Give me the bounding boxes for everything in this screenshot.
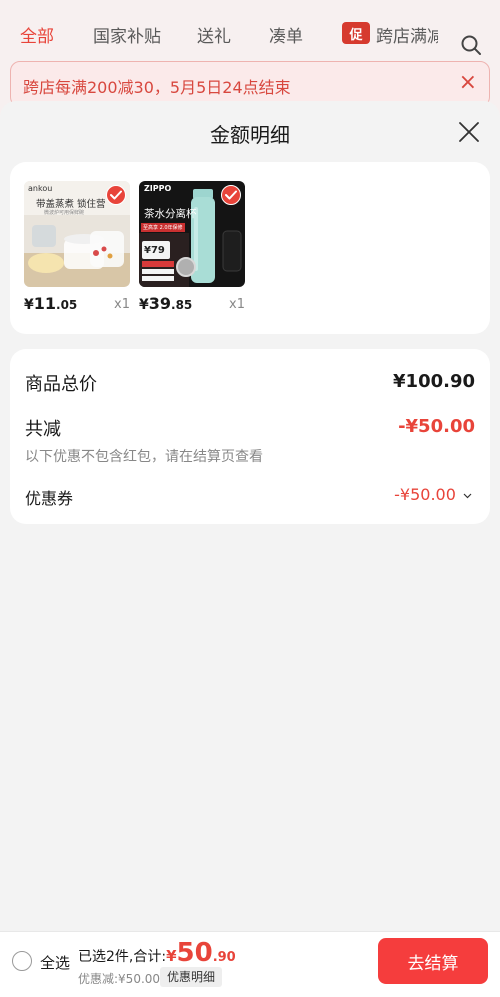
product-item[interactable]: ZIPPO 茶水分离杯 至高享 2.0年保修 ¥79 ¥39.85 x1 [139,181,245,313]
tab-cross-store[interactable]: 跨店满减 [376,22,438,47]
checkout-button[interactable]: 去结算 [378,938,488,984]
checkmark-icon[interactable] [221,185,241,205]
discount-amount: 优惠减:¥50.00 [78,972,161,986]
selected-count-text: 已选2件,合计: [78,949,167,965]
product-brand: ankou [28,184,53,193]
search-icon[interactable] [460,34,482,56]
reduce-value: -¥50.00 [398,416,475,437]
product-item[interactable]: ankou 带盖蒸煮 锁住营 微波炉可用保鲜碗 ¥11.05 x1 [24,181,130,313]
checkmark-icon[interactable] [106,185,126,205]
discount-note: 以下优惠不包含红包，请在结算页查看 [25,449,263,465]
price-detail-sheet: 金额明细 ankou 带盖蒸煮 锁住营 微波炉可用保鲜碗 ¥11.05 x1 Z… [0,101,500,931]
product-brand: ZIPPO [144,184,172,193]
sheet-title: 金额明细 [210,123,290,147]
tab-all[interactable]: 全部 [20,22,54,47]
total-price-value: ¥100.90 [393,371,475,392]
price-summary-card: 商品总价 ¥100.90 共减 -¥50.00 以下优惠不包含红包，请在结算页查… [10,349,490,524]
close-icon[interactable]: × [459,72,477,94]
select-all-checkbox[interactable] [12,951,32,971]
total-summary: 已选2件,合计:¥50.90 [78,938,236,968]
tab-gift[interactable]: 送礼 [197,22,231,47]
selected-products-card: ankou 带盖蒸煮 锁住营 微波炉可用保鲜碗 ¥11.05 x1 ZIPPO … [10,162,490,334]
product-promo-line: 至高享 2.0年保修 [141,223,185,232]
chevron-down-icon [463,493,472,498]
product-price-badge: ¥79 [144,245,165,256]
product-qty: x1 [114,297,130,312]
product-qty: x1 [229,297,245,312]
select-all-label[interactable]: 全选 [40,952,70,973]
product-caption: 茶水分离杯 [144,208,197,220]
coupon-label: 优惠券 [25,489,74,508]
product-caption: 带盖蒸煮 锁住营 [36,199,106,210]
coupon-value[interactable]: -¥50.00 [394,485,472,504]
total-price-label: 商品总价 [25,374,97,395]
discount-detail-button[interactable]: 优惠明细 [160,967,223,987]
checkout-bar: 全选 已选2件,合计:¥50.90 优惠减:¥50.00 优惠明细 去结算 [0,931,500,997]
banner-text: 跨店每满200减30，5月5日24点结束 [23,78,291,97]
product-price: ¥39.85 x1 [139,294,245,313]
reduce-label: 共减 [25,419,61,440]
close-icon[interactable] [458,121,480,143]
tab-national-subsidy[interactable]: 国家补贴 [93,22,161,47]
product-image[interactable]: ankou 带盖蒸煮 锁住营 微波炉可用保鲜碗 [24,181,130,287]
promo-badge-icon: 促 [342,22,370,44]
total-amount: 50 [176,938,213,968]
product-price: ¥11.05 x1 [24,294,130,313]
product-image[interactable]: ZIPPO 茶水分离杯 至高享 2.0年保修 ¥79 [139,181,245,287]
cart-tabs: 全部 国家补贴 送礼 凑单 促 跨店满减 [0,14,500,55]
product-sub-caption: 微波炉可用保鲜碗 [44,210,85,216]
tab-add-on[interactable]: 凑单 [269,22,303,47]
